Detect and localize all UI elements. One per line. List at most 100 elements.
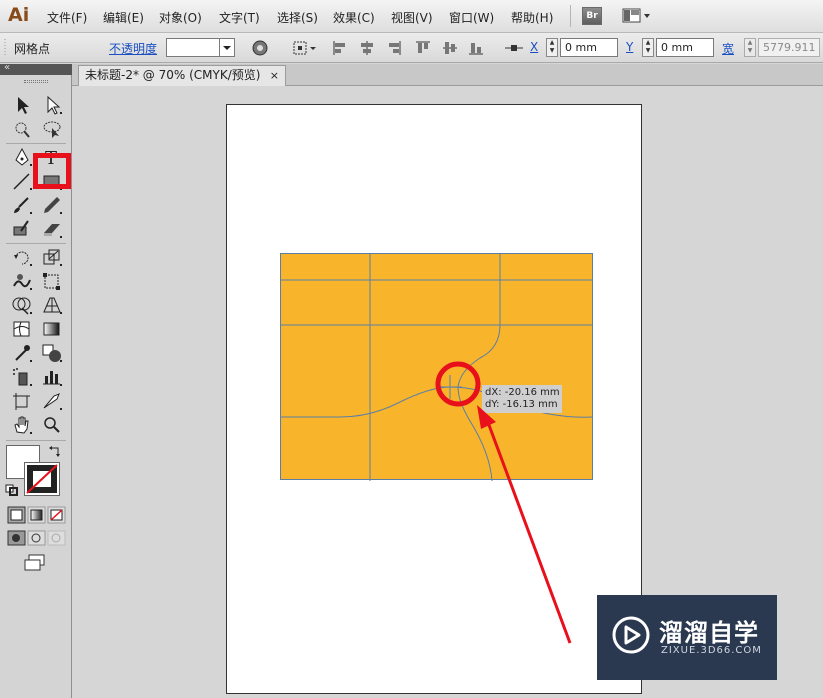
watermark-url: ZIXUE.3D66.COM	[661, 645, 762, 656]
align-right-icon	[389, 41, 401, 55]
menu-file[interactable]: 文件(F)	[47, 9, 87, 26]
artboard-icon	[13, 393, 30, 410]
opacity-label[interactable]: 不透明度	[109, 40, 157, 57]
x-input[interactable]: 0 mm	[560, 38, 618, 57]
lasso-tool[interactable]	[40, 118, 64, 140]
pencil-tool[interactable]	[40, 194, 64, 216]
active-tool-highlight	[33, 153, 71, 189]
play-circle-icon	[612, 616, 650, 654]
hand-tool[interactable]	[10, 414, 34, 436]
default-fill-stroke-button[interactable]	[5, 484, 19, 496]
stroke-swatch[interactable]	[24, 462, 60, 496]
align-middle-icon	[443, 42, 457, 54]
eyedropper-tool[interactable]	[10, 342, 34, 364]
collapse-panel-icon[interactable]: «	[4, 62, 10, 73]
workspace-switcher-button[interactable]	[622, 8, 652, 24]
align-middle-button[interactable]	[442, 40, 458, 56]
slice-knife-icon	[43, 393, 62, 410]
swap-fill-stroke-button[interactable]	[48, 444, 62, 458]
transform-options-button[interactable]	[504, 40, 524, 56]
dx-readout-text: dX: -20.16 mm	[485, 387, 560, 398]
artboard-tool[interactable]	[10, 390, 34, 412]
shape-builder-tool[interactable]	[10, 294, 34, 316]
selection-arrow-icon	[18, 97, 29, 114]
zoom-tool[interactable]	[40, 414, 64, 436]
align-top-button[interactable]	[415, 40, 431, 56]
x-stepper[interactable]: ▲ ▼	[546, 38, 558, 57]
y-input[interactable]: 0 mm	[656, 38, 714, 57]
menu-view[interactable]: 视图(V)	[391, 9, 433, 26]
close-tab-icon[interactable]: ×	[270, 66, 279, 85]
mesh-tool[interactable]	[10, 318, 34, 340]
blend-icon	[42, 344, 62, 362]
eraser-tool[interactable]	[40, 218, 64, 240]
y-label: Y	[626, 40, 634, 54]
measurement-readout: dX: -20.16 mm dY: -16.13 mm	[482, 385, 562, 413]
swap-arrows-icon	[49, 446, 60, 457]
blob-brush-icon	[13, 220, 29, 236]
gradient-tool[interactable]	[40, 318, 64, 340]
menu-help[interactable]: 帮助(H)	[511, 9, 553, 26]
pen-tool[interactable]	[10, 146, 34, 168]
free-transform-tool[interactable]	[40, 270, 64, 292]
menu-edit[interactable]: 编辑(E)	[103, 9, 144, 26]
app-logo: Ai	[8, 4, 30, 26]
line-segment-tool[interactable]	[10, 170, 34, 192]
align-bottom-button[interactable]	[468, 40, 484, 56]
line-segment-icon	[13, 173, 32, 190]
rotate-tool[interactable]	[10, 246, 34, 268]
menu-window[interactable]: 窗口(W)	[449, 9, 494, 26]
gradient-icon	[43, 322, 60, 336]
draw-mode-group	[7, 530, 67, 546]
menu-type[interactable]: 文字(T)	[219, 9, 260, 26]
slice-tool[interactable]	[40, 390, 64, 412]
scale-icon	[43, 249, 62, 266]
menu-effect[interactable]: 效果(C)	[333, 9, 375, 26]
mesh-icon	[13, 321, 30, 337]
align-center-button[interactable]	[359, 40, 375, 56]
hand-icon	[14, 416, 32, 434]
bridge-button[interactable]: Br	[582, 7, 602, 25]
symbol-sprayer-tool[interactable]	[10, 366, 34, 388]
selection-type-label: 网格点	[14, 42, 51, 56]
control-bar: 网格点 不透明度 X ▲ ▼ 0 mm Y ▲ ▼ 0 mm 宽 ▲ ▼ 577…	[0, 33, 823, 63]
warp-tool[interactable]	[10, 270, 34, 292]
document-tab[interactable]: 未标题-2* @ 70% (CMYK/预览) ×	[78, 65, 286, 86]
scale-tool[interactable]	[40, 246, 64, 268]
panel-grip[interactable]	[24, 80, 48, 83]
paintbrush-tool[interactable]	[10, 194, 34, 216]
eyedropper-icon	[15, 345, 32, 362]
opacity-dropdown-button[interactable]	[219, 38, 235, 57]
perspective-grid-tool[interactable]	[40, 294, 64, 316]
gradient-mesh-object[interactable]	[280, 253, 594, 481]
watermark-logo: 溜溜自学 ZIXUE.3D66.COM	[597, 595, 777, 680]
align-left-button[interactable]	[332, 40, 348, 56]
document-tab-title: 未标题-2* @ 70% (CMYK/预览)	[85, 68, 261, 82]
direct-selection-tool[interactable]	[40, 94, 64, 116]
align-right-button[interactable]	[386, 40, 402, 56]
width-stepper[interactable]: ▲ ▼	[744, 38, 756, 57]
recolor-artwork-button[interactable]	[252, 40, 268, 56]
selection-tool[interactable]	[10, 94, 34, 116]
width-input[interactable]: 5779.911	[758, 38, 820, 57]
magic-wand-tool[interactable]	[10, 118, 34, 140]
y-stepper[interactable]: ▲ ▼	[642, 38, 654, 57]
menu-object[interactable]: 对象(O)	[159, 9, 202, 26]
menu-select[interactable]: 选择(S)	[277, 9, 318, 26]
opacity-input[interactable]	[166, 38, 220, 57]
zoom-magnifier-icon	[44, 417, 60, 433]
pen-nib-icon	[15, 147, 32, 166]
shape-builder-icon	[12, 297, 32, 315]
column-graph-icon	[43, 371, 62, 386]
column-graph-tool[interactable]	[40, 366, 64, 388]
tools-panel: « T	[0, 62, 72, 698]
draw-mode-icons	[7, 530, 66, 546]
x-label: X	[530, 40, 539, 54]
transform-reference-button[interactable]	[292, 40, 318, 56]
blob-brush-tool[interactable]	[10, 218, 34, 240]
blend-tool[interactable]	[40, 342, 64, 364]
watermark-title: 溜溜自学	[659, 619, 759, 647]
screen-mode-button[interactable]	[23, 554, 47, 572]
direct-selection-arrow-icon	[47, 95, 62, 115]
screen-mode-icon	[24, 554, 45, 571]
